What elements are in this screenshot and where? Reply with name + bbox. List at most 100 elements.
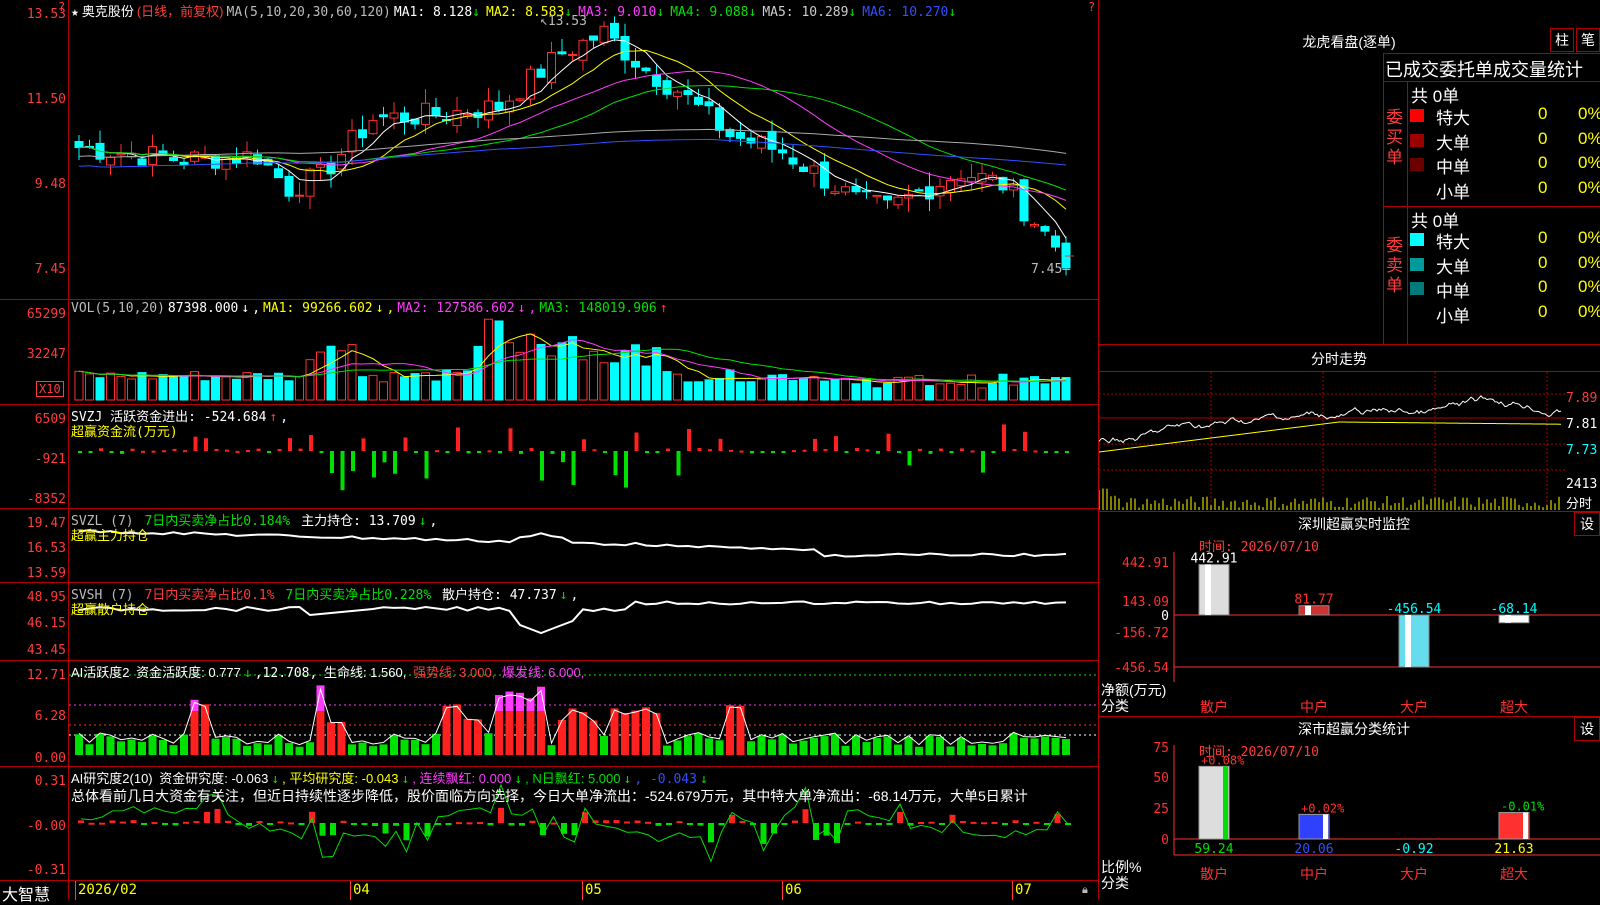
y-tick: 43.45 (26, 643, 66, 658)
bar-highlight (1405, 615, 1411, 667)
classification-bar-chart[interactable]: 75 50 25 0 +0.08% +0.02% -0.01% 59.24 20.06 -0.92… (1099, 717, 1600, 900)
svzl-panel[interactable]: SVZL (7) 7日内买卖净占比0.184% 主力持仓: 13.709 ↓, 超… (0, 509, 1098, 582)
activity-bar (799, 740, 808, 755)
flow-bar (970, 450, 975, 453)
realtime-monitor-panel[interactable]: 深圳超赢实时监控 设 时间: 2026/07/10 442.91 143.09 0-… (1099, 512, 1600, 717)
y-tick: -921 (34, 452, 66, 467)
research-bar (676, 821, 683, 824)
flow-bar (519, 451, 523, 454)
research-bar (393, 823, 399, 826)
activity-bar (925, 735, 934, 755)
research-bar (739, 820, 746, 823)
ma-indicator[interactable]: MA(5,10,20,30,60,120) (227, 5, 391, 20)
research-bar (792, 820, 798, 823)
candle-body (841, 186, 850, 193)
ratio-value: -0.92 (1394, 842, 1433, 857)
flow-bar (1065, 451, 1069, 453)
volume-bar (872, 387, 882, 401)
activity-bar (1041, 736, 1049, 755)
candle-body (484, 100, 493, 121)
flow-bar (309, 435, 313, 451)
volume-bar (631, 344, 640, 401)
y-tick: -0.00 (26, 819, 66, 834)
ai-research-panel[interactable]: AI研究度2(10) 资金研究度: -0.063 ↓, 平均研究度: -0.043… (0, 767, 1098, 880)
candle-body (788, 157, 798, 165)
volume-bar (578, 359, 588, 401)
activity-bar (999, 743, 1007, 755)
candle-body (116, 153, 126, 156)
activity-bar (285, 743, 293, 755)
activity-bar (1020, 737, 1028, 755)
research-bar (298, 823, 305, 826)
candle-body (295, 194, 304, 197)
realtime-bar-chart[interactable]: 442.91 143.090 -156.72 -456.54 442.91 散户 81.77… (1099, 512, 1600, 717)
research-bar (319, 823, 326, 836)
candle-body (694, 96, 703, 105)
volume-bar (599, 362, 609, 401)
volume-panel[interactable]: VOL(5,10,20) 87398.000 ↓, MA1: 99266.602 ↓, M… (0, 300, 1098, 404)
flow-bar (561, 451, 565, 463)
volume-bar (421, 372, 430, 401)
volume-bar (158, 374, 168, 401)
activity-bar (894, 744, 902, 755)
lhkp-title: 龙虎看盘(逐单) (1302, 34, 1396, 50)
research-bar (477, 822, 483, 825)
bottom-tab[interactable]: 大智慧 (2, 881, 50, 905)
candle-body (358, 129, 367, 139)
bar-view-button[interactable]: 柱 (1550, 28, 1574, 52)
classification-panel[interactable]: 深市超赢分类统计 设 时间: 2026/07/10 75 50 25 0 +0.08% +… (1099, 717, 1600, 900)
activity-bar (274, 735, 283, 755)
candle-body (599, 25, 609, 44)
flow-bar (613, 451, 618, 476)
activity-bar (327, 722, 335, 755)
category-label: 大户 (1400, 699, 1428, 716)
flow-bar (834, 436, 838, 451)
intraday-panel[interactable]: 分时走势 7.89 7.81 7.73 2413 分时 (1099, 345, 1600, 512)
category-label: 散户 (1200, 866, 1228, 883)
intraday-chart[interactable] (1099, 372, 1565, 512)
stock-name[interactable]: 奥克股份 (82, 4, 134, 19)
research-bar (466, 822, 473, 825)
y-tick: 46.15 (26, 616, 66, 631)
research-bar (624, 821, 630, 824)
flow-bar (697, 448, 702, 451)
svzj-panel[interactable]: SVZJ 活跃资金进出: -524.684 ↑, 超赢资金流(万元) 6509 -… (0, 405, 1098, 508)
svsh-panel[interactable]: SVSH (7) 7日内买卖净占比0.1% 7日内买卖净占比0.228% 散户持… (0, 583, 1098, 660)
ai-research-header: AI研究度2(10) 资金研究度: -0.063 ↓, 平均研究度: -0.043… (71, 771, 708, 787)
question-icon[interactable]: ? (1088, 0, 1095, 14)
period-mode[interactable]: (日线，前复权) (137, 4, 224, 19)
category-label: 散户 (1200, 699, 1228, 716)
volume-bar (662, 371, 672, 401)
research-bar (981, 822, 987, 825)
ai-activity-panel[interactable]: AI活跃度2 资金活跃度: 0.777 ↓ ,12.708, 生命线: 1.560,… (0, 661, 1098, 766)
main-holding-line (78, 529, 1067, 558)
volume-bar (253, 373, 262, 401)
research-bar (99, 822, 105, 825)
question-icon[interactable]: ? (58, 0, 65, 14)
research-bar (130, 820, 137, 823)
flow-bar (130, 448, 135, 451)
ma-line-2 (78, 49, 1067, 210)
activity-bar (1051, 737, 1060, 755)
flow-bar (393, 451, 397, 474)
volume-bar (179, 375, 189, 401)
flow-bar (582, 439, 586, 451)
candle-body (547, 52, 556, 84)
y-tick: 16.53 (26, 541, 66, 556)
candle-body (305, 168, 315, 197)
activity-bar (988, 745, 997, 755)
star-icon[interactable]: ★ (71, 5, 79, 20)
candle-body (400, 112, 409, 123)
lock-icon[interactable]: 🔒︎ (1082, 883, 1088, 897)
kline-chart[interactable] (69, 0, 1098, 299)
flow-bar (886, 433, 891, 451)
kline-panel[interactable]: ★ 奥克股份 (日线，前复权) MA(5,10,20,30,60,120) MA1: 8… (0, 0, 1098, 299)
research-bar (435, 823, 441, 825)
activity-bar (558, 719, 566, 755)
volume-bar (295, 376, 304, 401)
research-bar (897, 812, 903, 823)
color-swatch (1410, 109, 1424, 122)
volume-bar (1040, 383, 1050, 401)
tick-view-button[interactable]: 笔 (1576, 28, 1600, 52)
volume-bar (148, 378, 157, 401)
